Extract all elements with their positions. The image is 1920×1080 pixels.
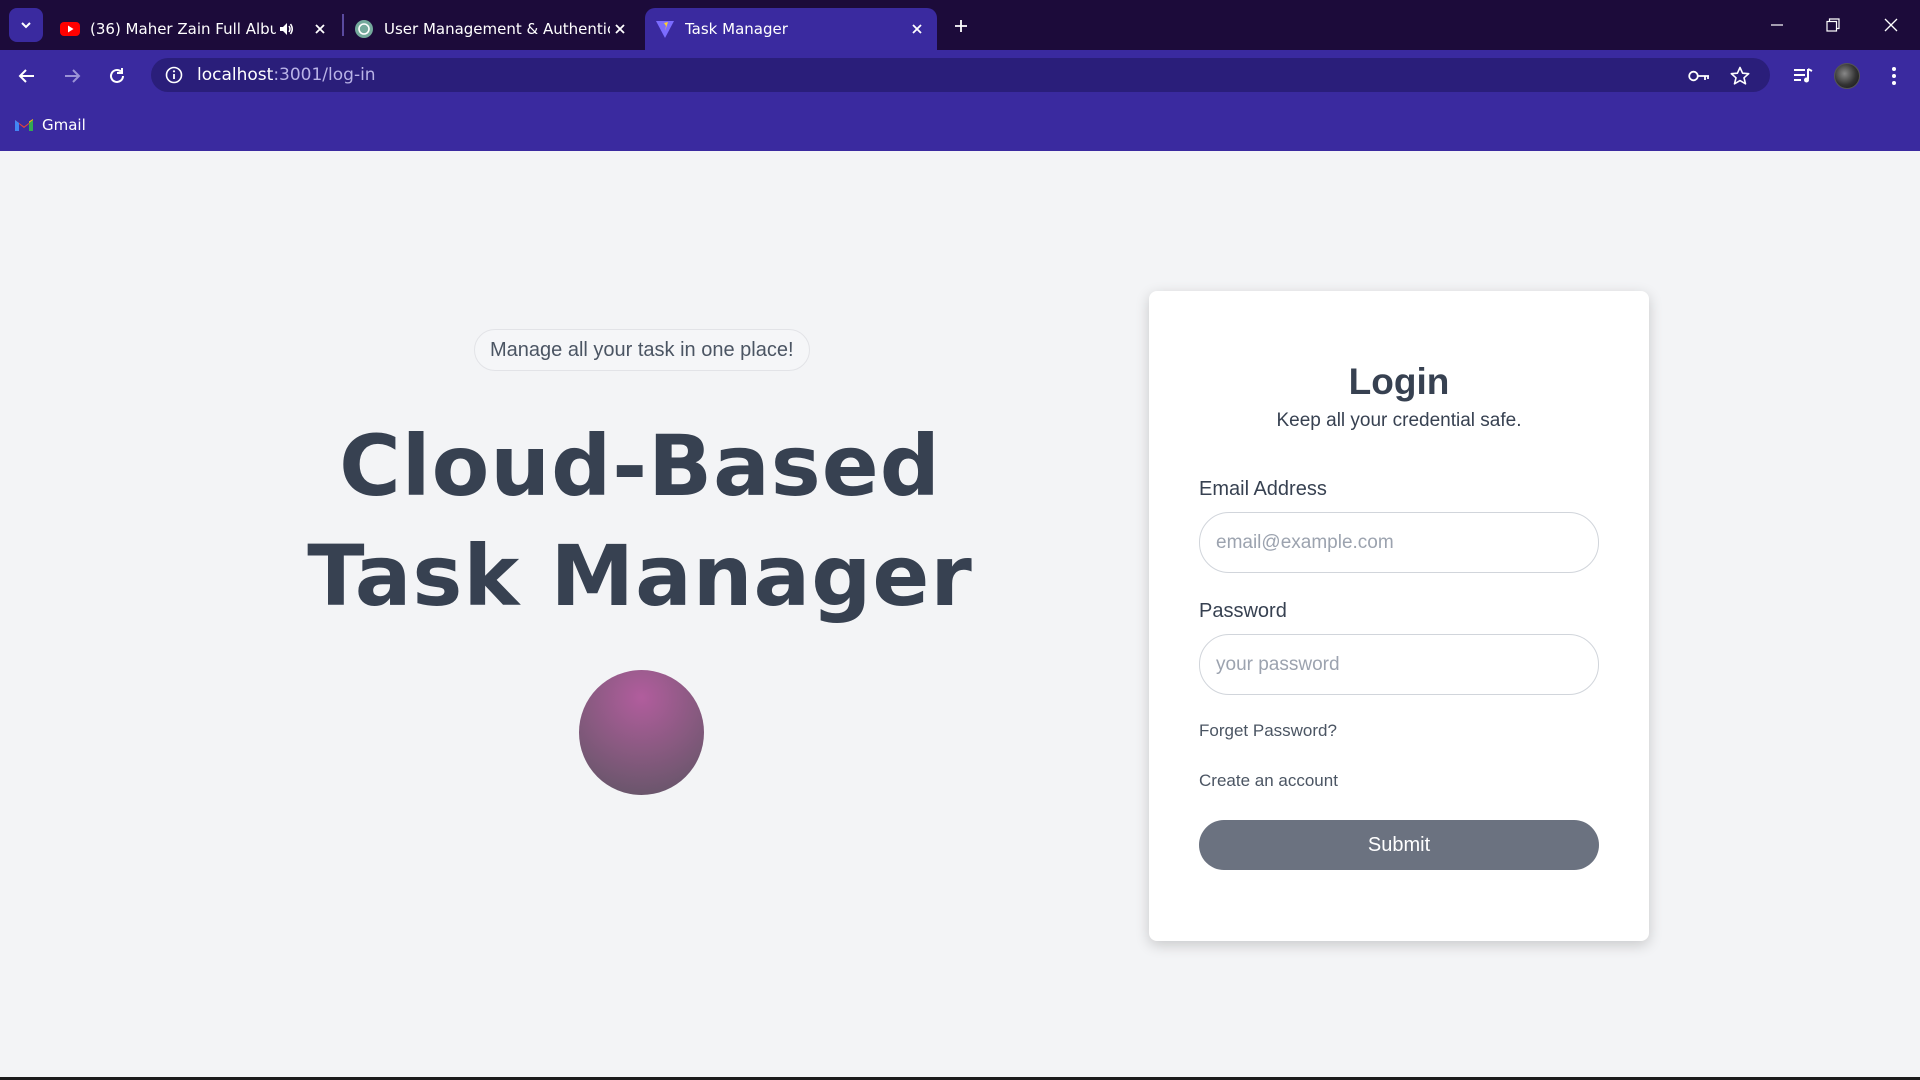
tab-title: (36) Maher Zain Full Album <box>90 20 276 38</box>
playlist-icon <box>1794 68 1813 83</box>
login-subheading: Keep all your credential safe. <box>1276 410 1522 431</box>
forward-button[interactable] <box>57 61 87 91</box>
login-page: Manage all your task in one place! Cloud… <box>0 151 1920 1077</box>
close-tab-icon[interactable] <box>907 19 927 39</box>
chevron-down-icon <box>21 22 31 29</box>
restore-button[interactable] <box>1818 10 1848 40</box>
back-button[interactable] <box>12 61 42 91</box>
forgot-password-link[interactable]: Forget Password? <box>1199 721 1337 741</box>
bookmarks-bar: Gmail <box>0 100 1920 151</box>
password-key-icon[interactable] <box>1687 64 1711 88</box>
url-path: :3001/log-in <box>273 65 376 85</box>
browser-tab-strip: (36) Maher Zain Full Album User Manageme… <box>0 0 1920 50</box>
url-host: localhost <box>197 65 274 85</box>
more-vertical-icon <box>1892 67 1896 85</box>
url-text: localhost:3001/log-in <box>197 65 376 85</box>
decorative-orb <box>579 670 704 795</box>
login-heading: Login <box>1348 361 1450 402</box>
browser-toolbar: localhost:3001/log-in <box>0 50 1920 100</box>
address-bar[interactable]: localhost:3001/log-in <box>151 58 1770 92</box>
tagline-badge: Manage all your task in one place! <box>474 329 810 371</box>
plus-icon <box>955 20 967 32</box>
tab-title: User Management & Authentication <box>384 20 610 38</box>
hero-title-line-1: Cloud-Based <box>339 417 941 515</box>
arrow-right-icon <box>65 69 81 83</box>
close-icon <box>1884 18 1898 32</box>
tab-search-button[interactable] <box>9 8 43 42</box>
reload-button[interactable] <box>102 61 132 91</box>
tab-title: Task Manager <box>685 20 788 38</box>
email-field[interactable] <box>1199 512 1599 573</box>
new-tab-button[interactable] <box>948 13 974 39</box>
restore-icon <box>1826 18 1840 32</box>
hero-title: Cloud-Based Task Manager <box>240 411 1040 631</box>
password-field[interactable] <box>1199 634 1599 695</box>
tab-youtube[interactable]: (36) Maher Zain Full Album <box>58 8 330 50</box>
tab-separator <box>342 14 344 36</box>
close-tab-icon[interactable] <box>310 19 330 39</box>
media-control-button[interactable] <box>1788 61 1818 91</box>
tab-user-management[interactable]: User Management & Authentication <box>354 8 630 50</box>
profile-avatar[interactable] <box>1834 63 1860 89</box>
email-label: Email Address <box>1199 478 1327 500</box>
tab-task-manager-active[interactable]: Task Manager <box>645 8 937 50</box>
reload-icon <box>110 68 124 83</box>
speaker-icon[interactable] <box>276 19 296 39</box>
bookmark-star-icon[interactable] <box>1728 64 1752 88</box>
password-label: Password <box>1199 600 1287 622</box>
vite-icon <box>655 19 675 39</box>
hero-title-line-2: Task Manager <box>307 527 973 625</box>
minimize-button[interactable] <box>1762 10 1792 40</box>
minimize-icon <box>1771 24 1783 26</box>
youtube-icon <box>60 19 80 39</box>
close-tab-icon[interactable] <box>610 19 630 39</box>
bookmark-label: Gmail <box>42 116 86 134</box>
login-card: Login Keep all your credential safe. Ema… <box>1149 291 1649 941</box>
submit-button[interactable]: Submit <box>1199 820 1599 870</box>
arrow-left-icon <box>18 69 34 83</box>
bookmark-gmail[interactable]: Gmail <box>14 114 86 136</box>
browser-menu-button[interactable] <box>1879 61 1909 91</box>
gmail-icon <box>15 119 33 131</box>
close-window-button[interactable] <box>1876 10 1906 40</box>
create-account-link[interactable]: Create an account <box>1199 771 1338 791</box>
site-info-icon[interactable] <box>157 58 191 92</box>
chatgpt-icon <box>354 19 374 39</box>
